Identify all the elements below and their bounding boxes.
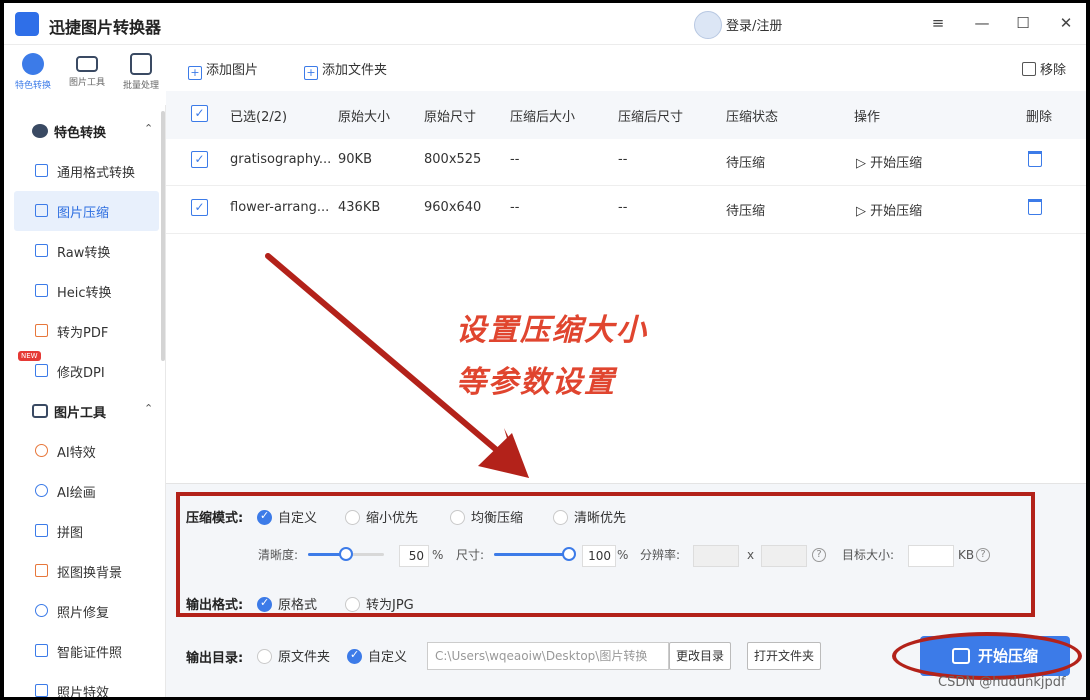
radio-icon — [257, 649, 272, 664]
open-folder-button[interactable]: 打开文件夹 — [747, 642, 821, 670]
output-path-input[interactable]: C:\Users\wqeaoiw\Desktop\图片转换 — [427, 642, 669, 670]
output-dir-label: 输出目录: — [186, 651, 244, 666]
dir-label: 原文件夹 — [278, 650, 331, 665]
dir-original-radio[interactable]: 原文件夹 — [257, 646, 330, 665]
app-window: 迅捷图片转换器 登录/注册 ≡ — ☐ ✕ 特色转换 图片工具 批量处理 特色转… — [4, 3, 1086, 697]
annotation-line-2: 等参数设置 — [456, 365, 616, 400]
radio-checked-icon — [347, 648, 362, 664]
watermark: CSDN @hudunkjpdf — [938, 675, 1066, 690]
dir-label: 自定义 — [368, 650, 408, 665]
change-dir-button[interactable]: 更改目录 — [669, 642, 731, 670]
start-highlight-ellipse — [892, 632, 1082, 680]
annotation-line-1: 设置压缩大小 — [456, 313, 648, 348]
settings-highlight-box — [176, 492, 1035, 617]
dir-custom-radio[interactable]: 自定义 — [347, 646, 407, 665]
